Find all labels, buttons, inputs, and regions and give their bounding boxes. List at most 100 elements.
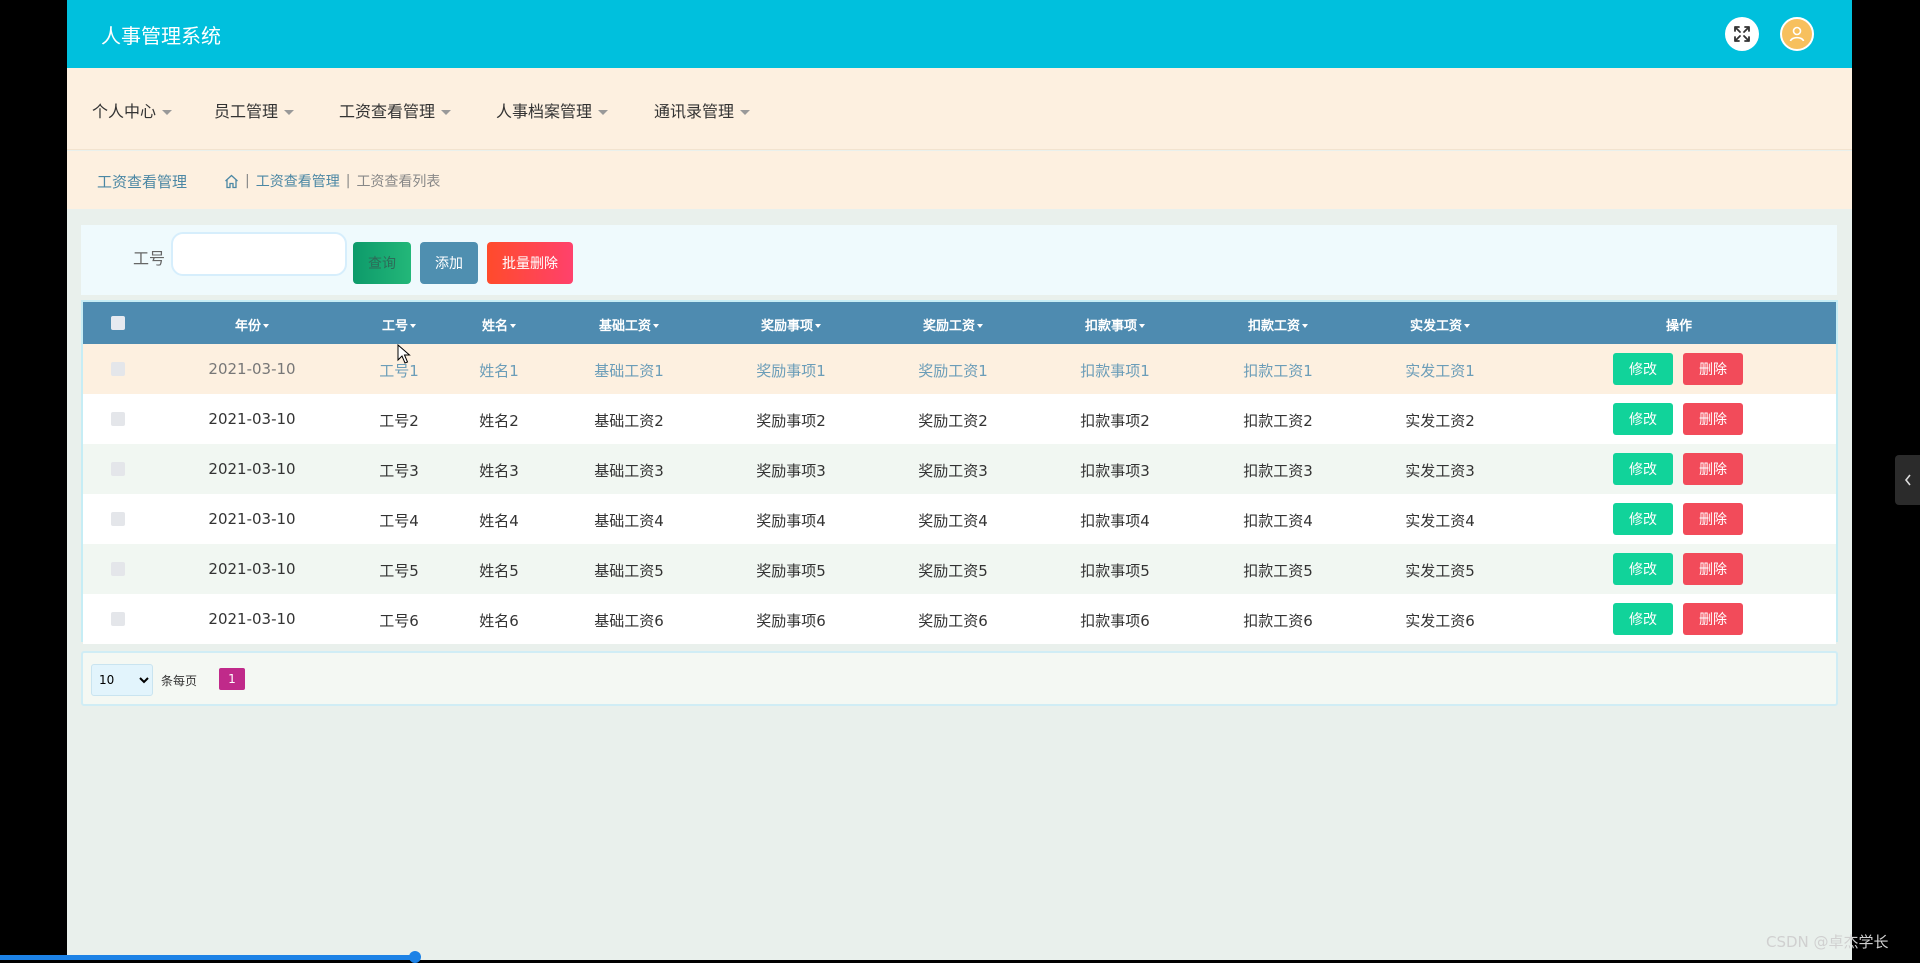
column-header-label: 扣款事项 — [1084, 319, 1138, 334]
column-header-deduct-item[interactable]: 扣款事项 — [1084, 315, 1146, 334]
column-header-id[interactable]: 工号 — [382, 315, 417, 334]
column-header-label: 基础工资 — [598, 319, 652, 334]
cell-id: 工号5 — [379, 562, 419, 580]
delete-button[interactable]: 删除 — [1683, 353, 1743, 385]
cell-name: 姓名3 — [479, 462, 519, 480]
cell-date: 2021-03-10 — [208, 560, 296, 578]
breadcrumb-separator: | — [345, 173, 351, 189]
cell-reward-salary: 奖励工资6 — [918, 612, 988, 630]
menu-item-salary[interactable]: 工资查看管理 — [339, 98, 452, 122]
table-row[interactable]: 2021-03-10 工号3 姓名3 基础工资3 奖励事项3 奖励工资3 扣款事… — [83, 444, 1836, 494]
caret-down-icon — [441, 110, 452, 115]
table-row[interactable]: 2021-03-10 工号6 姓名6 基础工资6 奖励事项6 奖励工资6 扣款事… — [83, 594, 1836, 644]
delete-button[interactable]: 删除 — [1683, 603, 1743, 635]
batch-delete-button[interactable]: 批量删除 — [487, 242, 573, 284]
menu-item-personal-center[interactable]: 个人中心 — [92, 98, 173, 122]
salary-table: 年份 工号 姓名 基础工资 奖励事项 奖励工资 扣款事项 扣款工资 实发工资 操… — [81, 300, 1838, 644]
column-header-base-salary[interactable]: 基础工资 — [598, 315, 660, 334]
edit-button[interactable]: 修改 — [1613, 553, 1673, 585]
user-avatar-button[interactable] — [1780, 17, 1814, 51]
column-header-deduct-salary[interactable]: 扣款工资 — [1248, 315, 1309, 334]
video-progress-knob[interactable] — [409, 951, 421, 963]
search-label: 工号 — [133, 249, 166, 268]
caret-down-icon — [598, 110, 609, 115]
main-menu: 个人中心 员工管理 工资查看管理 人事档案管理 通讯录管理 — [67, 68, 1852, 150]
sort-icon — [263, 323, 270, 328]
sort-icon — [815, 323, 822, 328]
menu-item-employee[interactable]: 员工管理 — [214, 98, 295, 122]
table-row[interactable]: 2021-03-10 工号5 姓名5 基础工资5 奖励事项5 奖励工资5 扣款事… — [83, 544, 1836, 594]
column-header-reward-salary[interactable]: 奖励工资 — [923, 315, 984, 334]
cell-net-salary: 实发工资1 — [1405, 362, 1475, 380]
column-header-net-salary[interactable]: 实发工资 — [1409, 315, 1471, 334]
menu-item-label: 个人中心 — [92, 102, 157, 121]
cell-reward-salary: 奖励工资1 — [918, 362, 988, 380]
select-all-checkbox[interactable] — [111, 316, 125, 330]
menu-item-label: 员工管理 — [214, 102, 279, 121]
sort-icon — [977, 323, 984, 328]
add-button[interactable]: 添加 — [420, 242, 478, 284]
delete-button[interactable]: 删除 — [1683, 453, 1743, 485]
edit-button[interactable]: 修改 — [1613, 403, 1673, 435]
table-row[interactable]: 2021-03-10 工号2 姓名2 基础工资2 奖励事项2 奖励工资2 扣款事… — [83, 394, 1836, 444]
table-row[interactable]: 2021-03-10 工号4 姓名4 基础工资4 奖励事项4 奖励工资4 扣款事… — [83, 494, 1836, 544]
menu-item-hr-records[interactable]: 人事档案管理 — [496, 98, 609, 122]
edit-button[interactable]: 修改 — [1613, 353, 1673, 385]
breadcrumb-link[interactable]: 工资查看管理 — [256, 171, 340, 191]
edit-button[interactable]: 修改 — [1613, 503, 1673, 535]
table-row[interactable]: 2021-03-10 工号1 姓名1 基础工资1 奖励事项1 奖励工资1 扣款事… — [83, 344, 1836, 394]
breadcrumb-bar: 工资查看管理 | 工资查看管理 | 工资查看列表 — [67, 151, 1852, 209]
row-checkbox[interactable] — [111, 512, 125, 526]
column-header-reward-item[interactable]: 奖励事项 — [761, 315, 822, 334]
fullscreen-icon — [1734, 26, 1750, 42]
edit-button[interactable]: 修改 — [1613, 453, 1673, 485]
sort-icon — [1464, 323, 1471, 328]
breadcrumb-separator: | — [245, 173, 250, 189]
cell-deduct-item: 扣款事项2 — [1080, 412, 1150, 430]
sort-icon — [510, 323, 517, 328]
cell-deduct-salary: 扣款工资6 — [1243, 612, 1313, 630]
cell-deduct-item: 扣款事项6 — [1080, 612, 1150, 630]
edit-button[interactable]: 修改 — [1613, 603, 1673, 635]
menu-item-contacts[interactable]: 通讯录管理 — [654, 98, 751, 122]
cell-reward-item: 奖励事项4 — [756, 512, 826, 530]
delete-button[interactable]: 删除 — [1683, 553, 1743, 585]
row-checkbox[interactable] — [111, 412, 125, 426]
sort-icon — [1302, 323, 1309, 328]
cell-date: 2021-03-10 — [208, 510, 296, 528]
cell-deduct-salary: 扣款工资4 — [1243, 512, 1313, 530]
menu-item-label: 通讯录管理 — [654, 102, 735, 121]
row-checkbox[interactable] — [111, 562, 125, 576]
column-header-label: 实发工资 — [1409, 319, 1463, 334]
watermark: CSDN @卓杰学长 — [1766, 933, 1889, 951]
column-header-actions: 操作 — [1665, 319, 1693, 334]
search-input[interactable] — [171, 232, 347, 276]
cell-reward-item: 奖励事项3 — [756, 462, 826, 480]
delete-button[interactable]: 删除 — [1683, 403, 1743, 435]
cell-base-salary: 基础工资1 — [594, 362, 664, 380]
video-progress-bar[interactable] — [0, 955, 415, 960]
cell-id: 工号3 — [379, 462, 419, 480]
column-header-name[interactable]: 姓名 — [482, 315, 517, 334]
page-number-current[interactable]: 1 — [219, 668, 245, 690]
side-panel-toggle[interactable] — [1895, 455, 1920, 505]
page-size-select[interactable]: 10 — [91, 664, 153, 696]
page-title: 工资查看管理 — [97, 173, 188, 191]
column-header-year[interactable]: 年份 — [235, 315, 270, 334]
cell-reward-item: 奖励事项2 — [756, 412, 826, 430]
sort-icon — [410, 323, 417, 328]
user-avatar-icon — [1789, 26, 1805, 42]
fullscreen-button[interactable] — [1725, 17, 1759, 51]
row-checkbox[interactable] — [111, 462, 125, 476]
table-header: 年份 工号 姓名 基础工资 奖励事项 奖励工资 扣款事项 扣款工资 实发工资 操… — [83, 302, 1836, 344]
delete-button[interactable]: 删除 — [1683, 503, 1743, 535]
row-checkbox[interactable] — [111, 362, 125, 376]
cell-net-salary: 实发工资2 — [1405, 412, 1475, 430]
cell-date: 2021-03-10 — [208, 360, 296, 378]
cell-net-salary: 实发工资3 — [1405, 462, 1475, 480]
search-button[interactable]: 查询 — [353, 242, 411, 284]
sort-icon — [653, 323, 660, 328]
row-checkbox[interactable] — [111, 612, 125, 626]
home-icon[interactable] — [224, 174, 239, 189]
cell-deduct-salary: 扣款工资2 — [1243, 412, 1313, 430]
